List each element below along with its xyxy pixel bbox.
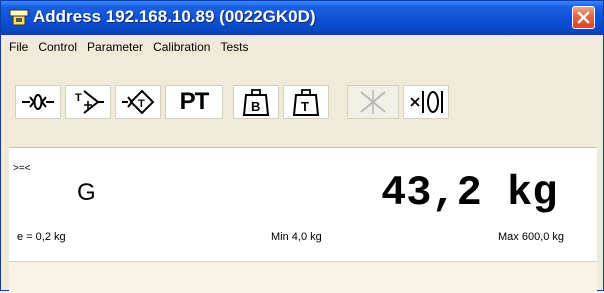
- menu-file[interactable]: File: [1, 35, 33, 59]
- zero-button[interactable]: [15, 85, 61, 119]
- stable-indicator: >=<: [13, 163, 31, 174]
- tare-weight-button[interactable]: T: [283, 85, 329, 119]
- tare-icon: T: [75, 90, 104, 114]
- pt-label: PT: [179, 88, 210, 115]
- preset-tare-pt-button[interactable]: PT: [165, 85, 223, 119]
- svg-text:T: T: [301, 99, 309, 114]
- svg-text:B: B: [251, 99, 260, 114]
- tare-weight-icon: T: [292, 89, 320, 116]
- application-window: Address 192.168.10.89 (0022GK0D) File Co…: [0, 0, 604, 293]
- multiply-zero-button[interactable]: [403, 85, 449, 119]
- menu-tests[interactable]: Tests: [215, 35, 253, 59]
- title-bar[interactable]: Address 192.168.10.89 (0022GK0D): [1, 1, 603, 35]
- menu-bar: File Control Parameter Calibration Tests: [1, 35, 603, 59]
- gross-weight-icon: B: [242, 89, 270, 116]
- tare-button[interactable]: T: [65, 85, 111, 119]
- multiply-zero-icon: [410, 91, 443, 113]
- gross-weight-button[interactable]: B: [233, 85, 279, 119]
- scale-interval: e = 0,2 kg: [17, 231, 66, 243]
- clear-icon: [360, 90, 386, 114]
- max-capacity: Max 600,0 kg: [498, 231, 565, 243]
- zero-icon: [22, 94, 54, 110]
- preset-tare-icon: T: [122, 89, 155, 115]
- clear-button[interactable]: [347, 85, 399, 119]
- window-title: Address 192.168.10.89 (0022GK0D): [33, 7, 316, 26]
- min-capacity: Min 4,0 kg: [271, 231, 322, 243]
- scale-app-icon: [9, 8, 29, 28]
- menu-control[interactable]: Control: [33, 35, 82, 59]
- preset-tare-button[interactable]: T: [115, 85, 161, 119]
- menu-calibration[interactable]: Calibration: [148, 35, 215, 59]
- weighing-mode: G: [77, 179, 96, 206]
- svg-text:T: T: [138, 98, 145, 110]
- close-button[interactable]: [572, 6, 595, 29]
- close-icon: [577, 11, 590, 24]
- menu-parameter[interactable]: Parameter: [82, 35, 148, 59]
- status-bar: [9, 261, 597, 293]
- weight-value: 43,2 kg: [381, 169, 558, 217]
- svg-text:T: T: [75, 92, 82, 104]
